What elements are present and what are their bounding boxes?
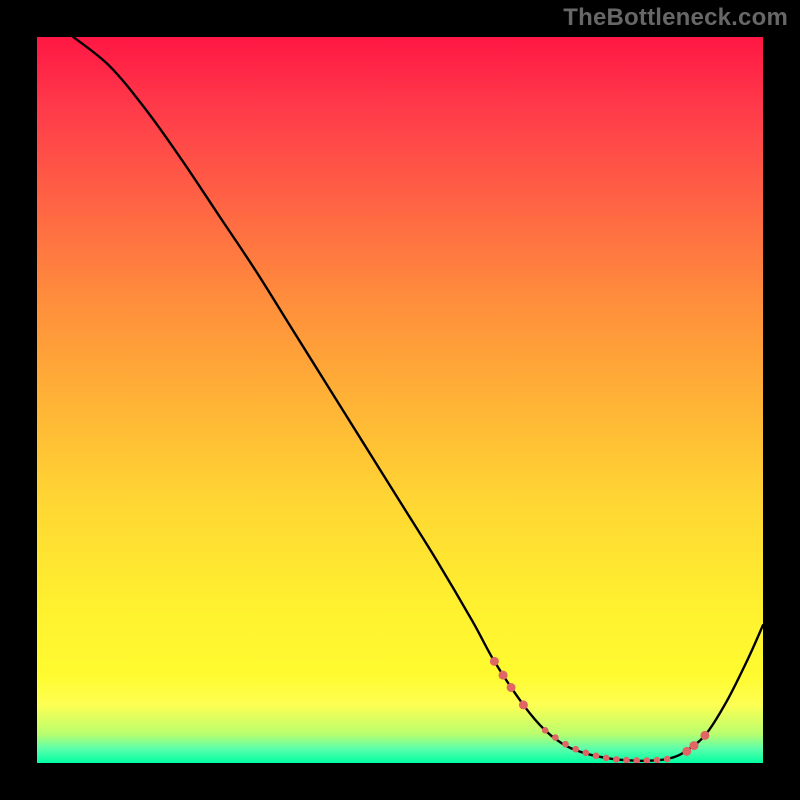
marker-point [519, 700, 528, 709]
marker-point [552, 734, 559, 741]
marker-point [700, 731, 709, 740]
curve-layer [37, 37, 763, 763]
marker-point [603, 755, 610, 762]
bottleneck-curve [73, 37, 763, 761]
marker-point [644, 757, 651, 763]
marker-point [593, 752, 600, 759]
marker-point [613, 756, 620, 763]
marker-point [542, 727, 549, 734]
marker-point [572, 746, 579, 753]
marker-point [562, 741, 569, 748]
marker-point [507, 683, 516, 692]
marker-point [583, 750, 590, 757]
marker-point [682, 747, 691, 756]
watermark: TheBottleneck.com [563, 4, 788, 32]
marker-point [633, 757, 640, 763]
marker-group [490, 657, 710, 763]
marker-point [623, 757, 630, 763]
plot-area [37, 37, 763, 763]
marker-point [490, 657, 499, 666]
chart-frame: TheBottleneck.com [0, 0, 800, 800]
marker-point [690, 741, 699, 750]
marker-point [654, 757, 661, 763]
marker-point [499, 671, 508, 680]
marker-point [664, 756, 671, 763]
